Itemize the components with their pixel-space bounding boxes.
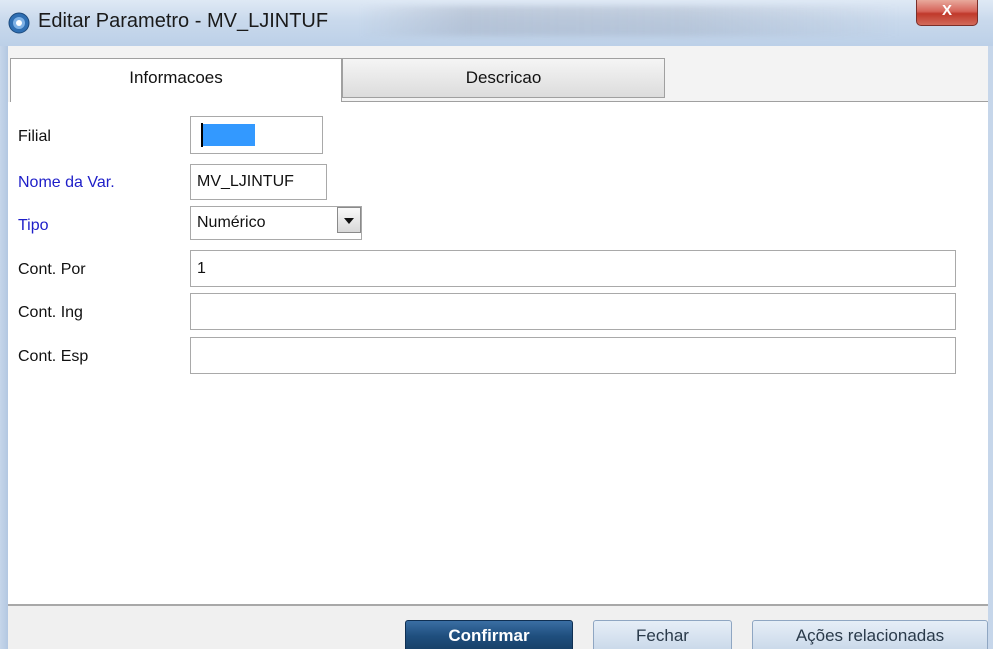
nome-var-label: Nome da Var. (18, 174, 115, 191)
window-frame-left (0, 46, 8, 649)
tab-descricao[interactable]: Descricao (342, 58, 665, 98)
cont-esp-field[interactable] (190, 337, 956, 374)
tab-bar: Informacoes Descricao (8, 46, 988, 104)
cont-por-label: Cont. Por (18, 261, 86, 278)
cont-ing-field[interactable] (190, 293, 956, 330)
tipo-label: Tipo (18, 217, 49, 234)
tipo-selected-value: Numérico (197, 214, 266, 231)
tab-informacoes[interactable]: Informacoes (10, 58, 342, 104)
close-button[interactable]: Fechar (593, 620, 732, 649)
cont-ing-label: Cont. Ing (18, 304, 83, 321)
filial-field[interactable] (190, 116, 323, 154)
text-selection (201, 124, 255, 146)
cont-esp-label: Cont. Esp (18, 348, 89, 365)
cont-por-field[interactable]: 1 (190, 250, 956, 287)
chevron-down-icon (344, 218, 354, 224)
title-bar[interactable]: Editar Parametro - MV_LJINTUF X (0, 0, 993, 47)
text-caret (201, 123, 203, 147)
related-actions-button[interactable]: Ações relacionadas (752, 620, 988, 649)
tipo-dropdown-button[interactable] (337, 207, 361, 233)
blurred-background (360, 6, 900, 36)
window-title: Editar Parametro - MV_LJINTUF (38, 10, 329, 32)
app-icon (8, 12, 30, 34)
filial-label: Filial (18, 128, 51, 145)
confirm-button[interactable]: Confirmar (405, 620, 573, 649)
edit-parameter-dialog: Editar Parametro - MV_LJINTUF X Informac… (0, 0, 993, 649)
nome-var-field[interactable]: MV_LJINTUF (190, 164, 327, 200)
window-frame-right (988, 46, 993, 649)
close-window-button[interactable]: X (916, 0, 978, 26)
